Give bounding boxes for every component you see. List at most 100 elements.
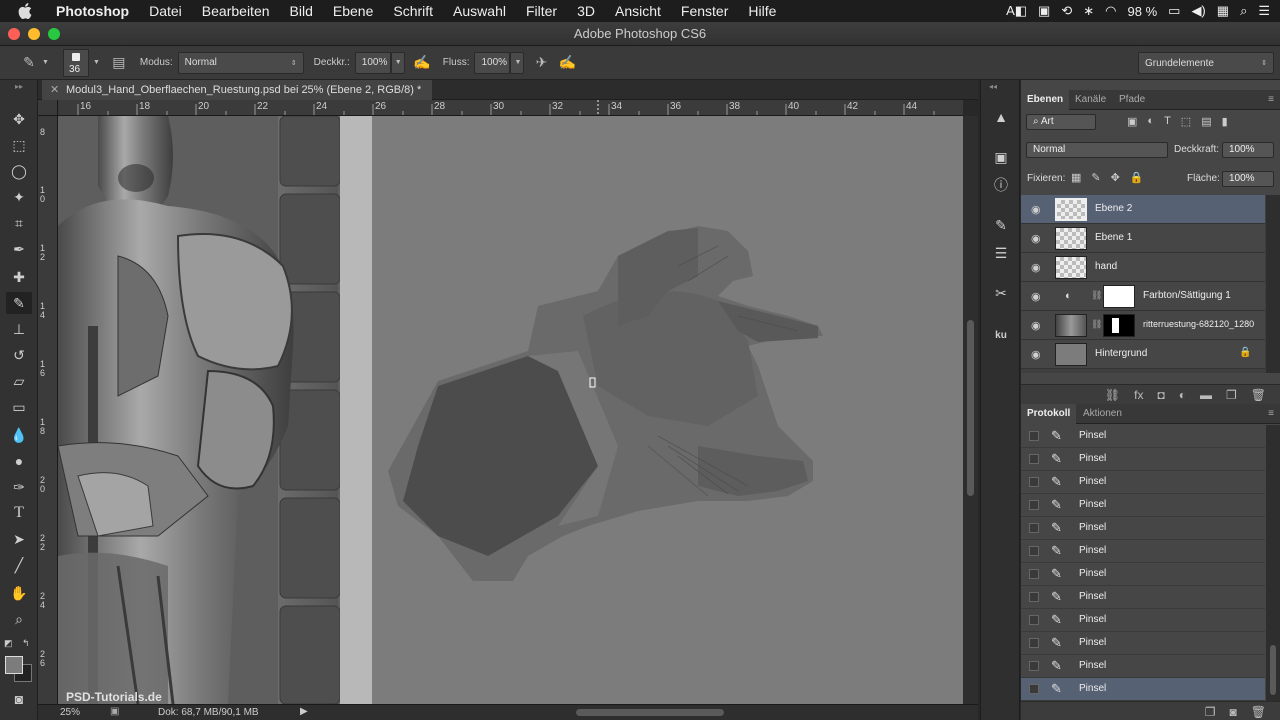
lasso-tool-icon[interactable]: ◯ xyxy=(6,160,32,182)
tab-kanaele[interactable]: Kanäle xyxy=(1069,90,1112,110)
fill-field[interactable]: 100% xyxy=(1222,171,1274,187)
layer-row[interactable]: ◉ ⛓ ritterruestung-682120_1280 xyxy=(1021,311,1265,340)
vertical-ruler[interactable]: 8 1 0 1 2 1 4 1 6 1 8 2 0 2 2 2 4 2 6 xyxy=(38,116,58,704)
quick-mask-icon[interactable]: ◙ xyxy=(6,688,32,710)
navigator-icon[interactable]: ▣ xyxy=(989,146,1013,168)
filter-toggle-icon[interactable]: ▮ xyxy=(1222,115,1228,128)
menu-ebene[interactable]: Ebene xyxy=(323,3,383,19)
chevron-down-icon[interactable]: ▼ xyxy=(42,59,49,66)
history-checkbox[interactable] xyxy=(1029,546,1039,556)
filter-shape-icon[interactable]: ⬚ xyxy=(1181,115,1191,128)
layer-row[interactable]: ◉ Ebene 2 xyxy=(1021,195,1265,224)
default-colors-icon[interactable]: ◩ xyxy=(4,638,13,649)
wifi-icon[interactable]: ◠ xyxy=(1105,3,1116,19)
panel-menu-icon[interactable]: ≡ xyxy=(1268,94,1274,105)
snapshot-icon[interactable]: ◙ xyxy=(1230,705,1237,719)
opacity-slider-button[interactable]: ▼ xyxy=(390,51,405,74)
mode-dropdown[interactable]: Normal ⇕ xyxy=(177,51,304,74)
menu-hilfe[interactable]: Hilfe xyxy=(738,3,786,19)
menu-datei[interactable]: Datei xyxy=(139,3,192,19)
menu-auswahl[interactable]: Auswahl xyxy=(443,3,516,19)
lock-pixels-icon[interactable]: ✎ xyxy=(1091,171,1100,184)
delete-state-icon[interactable]: 🗑 xyxy=(1251,705,1266,719)
status-menu-arrow-icon[interactable]: ▶ xyxy=(300,706,308,717)
eye-icon[interactable]: ◉ xyxy=(1031,319,1041,332)
spotlight-search-icon[interactable]: ⌕ xyxy=(1240,3,1247,19)
history-checkbox[interactable] xyxy=(1029,569,1039,579)
horizontal-scroll-thumb[interactable] xyxy=(576,709,724,716)
hand-tool-icon[interactable]: ✋ xyxy=(6,582,32,604)
brush-preset-icon[interactable]: ✎ xyxy=(18,52,40,74)
airbrush-icon[interactable]: ✈ xyxy=(530,52,552,74)
brush-presets-icon[interactable]: ✎ xyxy=(989,214,1013,236)
tab-protokoll[interactable]: Protokoll xyxy=(1021,404,1077,424)
menu-bearbeiten[interactable]: Bearbeiten xyxy=(192,3,280,19)
history-checkbox[interactable] xyxy=(1029,661,1039,671)
history-checkbox[interactable] xyxy=(1029,615,1039,625)
link-icon[interactable]: ⛓ xyxy=(1091,319,1102,330)
clone-stamp-tool-icon[interactable]: ⊥ xyxy=(6,318,32,340)
history-item[interactable]: ✎ Pinsel xyxy=(1021,678,1265,701)
path-selection-tool-icon[interactable]: ➤ xyxy=(6,528,32,550)
eyedropper-tool-icon[interactable]: ✒ xyxy=(6,238,32,260)
history-scrollbar[interactable] xyxy=(1266,425,1280,701)
history-item[interactable]: ✎ Pinsel xyxy=(1021,632,1265,655)
history-item[interactable]: ✎ Pinsel xyxy=(1021,655,1265,678)
canvas-vertical-scrollbar[interactable] xyxy=(963,116,978,704)
blur-tool-icon[interactable]: 💧 xyxy=(6,424,32,446)
menu-ansicht[interactable]: Ansicht xyxy=(605,3,671,19)
layer-filter-kind[interactable]: ⌕ Art xyxy=(1026,114,1096,130)
delete-layer-icon[interactable]: 🗑 xyxy=(1251,388,1266,402)
filter-adjustment-icon[interactable]: ◐ xyxy=(1147,115,1154,128)
link-icon[interactable]: ⛓ xyxy=(1091,290,1102,301)
workspace-dropdown[interactable]: Grundelemente ⇕ xyxy=(1138,52,1274,74)
flow-slider-button[interactable]: ▼ xyxy=(510,51,525,74)
layers-scrollbar[interactable] xyxy=(1266,195,1280,373)
menu-filter[interactable]: Filter xyxy=(516,3,567,19)
history-item[interactable]: ✎ Pinsel xyxy=(1021,425,1265,448)
blend-mode-dropdown[interactable]: Normal xyxy=(1026,142,1168,158)
pressure-size-icon[interactable]: ✍ xyxy=(556,52,578,74)
history-checkbox[interactable] xyxy=(1029,638,1039,648)
history-item[interactable]: ✎ Pinsel xyxy=(1021,586,1265,609)
filter-smartobject-icon[interactable]: ▤ xyxy=(1201,115,1211,128)
link-layers-icon[interactable]: ⛓ xyxy=(1105,388,1120,402)
healing-brush-tool-icon[interactable]: ✚ xyxy=(6,266,32,288)
histogram-icon[interactable]: ▲ xyxy=(989,106,1013,128)
marquee-tool-icon[interactable]: ⬚ xyxy=(6,134,32,156)
layer-opacity-field[interactable]: 100% xyxy=(1222,142,1274,158)
info-icon[interactable]: ⓘ xyxy=(989,174,1013,196)
panel-menu-icon[interactable]: ≡ xyxy=(1268,408,1274,419)
notification-list-icon[interactable]: ☰ xyxy=(1258,3,1270,19)
menu-photoshop[interactable]: Photoshop xyxy=(46,3,139,19)
foreground-color-swatch[interactable] xyxy=(5,656,23,674)
history-brush-tool-icon[interactable]: ↺ xyxy=(6,344,32,366)
history-checkbox[interactable] xyxy=(1029,592,1039,602)
adjustments-icon[interactable]: ☰ xyxy=(989,242,1013,264)
scroll-thumb[interactable] xyxy=(967,320,974,496)
keyboard-icon[interactable]: ▦ xyxy=(1217,3,1229,19)
camera-icon[interactable]: ▣ xyxy=(1038,3,1050,19)
flow-field[interactable]: 100% xyxy=(474,51,511,74)
layer-row[interactable]: ◉ ◐ ⛓ Farbton/Sättigung 1 xyxy=(1021,282,1265,311)
document-tab[interactable]: ✕ Modul3_Hand_Oberflaechen_Ruestung.psd … xyxy=(42,80,432,100)
eye-icon[interactable]: ◉ xyxy=(1031,203,1041,216)
swap-colors-icon[interactable]: ↰ xyxy=(22,638,30,649)
close-tab-icon[interactable]: ✕ xyxy=(50,80,59,100)
adobe-status-icon[interactable]: A◧ xyxy=(1006,3,1027,19)
magic-wand-tool-icon[interactable]: ✦ xyxy=(6,186,32,208)
brush-panel-toggle-icon[interactable]: ▤ xyxy=(108,52,130,74)
collapse-arrows-icon[interactable]: ▸▸ xyxy=(6,82,32,91)
expand-arrows-icon[interactable]: ◂◂ xyxy=(989,82,997,91)
tab-pfade[interactable]: Pfade xyxy=(1113,90,1151,110)
history-item[interactable]: ✎ Pinsel xyxy=(1021,563,1265,586)
history-item[interactable]: ✎ Pinsel xyxy=(1021,540,1265,563)
history-item[interactable]: ✎ Pinsel xyxy=(1021,471,1265,494)
volume-icon[interactable]: ◀) xyxy=(1191,3,1205,19)
ruler-origin[interactable] xyxy=(38,100,58,116)
tools-preset-icon[interactable]: ✂ xyxy=(989,282,1013,304)
close-window-icon[interactable] xyxy=(8,28,20,40)
new-document-from-state-icon[interactable]: ❐ xyxy=(1205,705,1216,719)
kuler-icon[interactable]: ku xyxy=(989,324,1013,346)
history-item[interactable]: ✎ Pinsel xyxy=(1021,609,1265,632)
